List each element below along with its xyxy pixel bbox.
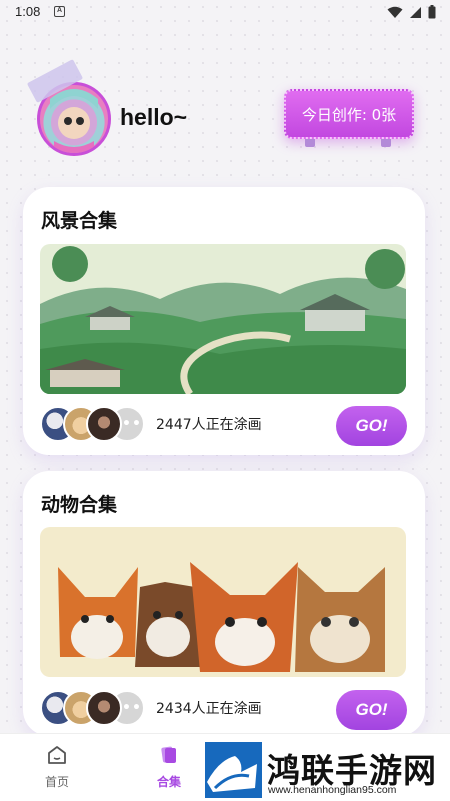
today-creation-badge: 今日创作: 0张: [284, 89, 414, 139]
status-bar: 1:08 A: [0, 0, 450, 26]
watermark-logo-icon: [205, 742, 262, 798]
landscape-illustration: [40, 244, 406, 394]
painting-count: 2447人正在涂画: [156, 417, 262, 433]
players-row: ••• 2434人正在涂画: [40, 690, 262, 726]
notification-icon: A: [54, 6, 65, 17]
nav-label-home: 首页: [44, 775, 69, 789]
collection-title: 风景合集: [41, 210, 118, 232]
status-icons: [387, 5, 436, 19]
go-button[interactable]: GO!: [336, 690, 407, 730]
collection-card-animals[interactable]: 动物合集 ••• 2434人正在涂画 GO!: [23, 471, 425, 736]
collection-card-landscape[interactable]: 风景合集 ••• 2447人正在涂画 GO!: [23, 187, 425, 455]
painting-count: 2434人正在涂画: [156, 701, 262, 717]
battery-icon: [428, 5, 436, 19]
signal-icon: [410, 6, 421, 18]
avatar[interactable]: [26, 59, 111, 156]
nav-label-collections: 合集: [156, 775, 181, 789]
collection-title: 动物合集: [41, 494, 118, 516]
status-time: 1:08: [15, 4, 41, 19]
go-button[interactable]: GO!: [336, 406, 407, 446]
nav-item-home[interactable]: 首页: [27, 744, 87, 790]
collection-image-animals[interactable]: [40, 527, 406, 677]
player-avatar: [86, 406, 122, 442]
nav-item-collections[interactable]: 合集: [139, 744, 199, 790]
collections-icon: [161, 746, 176, 763]
wifi-icon: [387, 6, 403, 18]
greeting-text: hello~: [120, 104, 188, 130]
home-icon: [48, 746, 66, 764]
watermark-url: www.henanhonglian95.com: [268, 784, 397, 796]
animals-illustration: [40, 527, 406, 677]
collection-image-landscape[interactable]: [40, 244, 406, 394]
badge-peg-left: [305, 139, 315, 147]
badge-peg-right: [381, 139, 391, 147]
watermark: 鸿联手游网 www.henanhonglian95.com: [205, 742, 450, 801]
players-row: ••• 2447人正在涂画: [40, 406, 262, 442]
player-avatar: [86, 690, 122, 726]
